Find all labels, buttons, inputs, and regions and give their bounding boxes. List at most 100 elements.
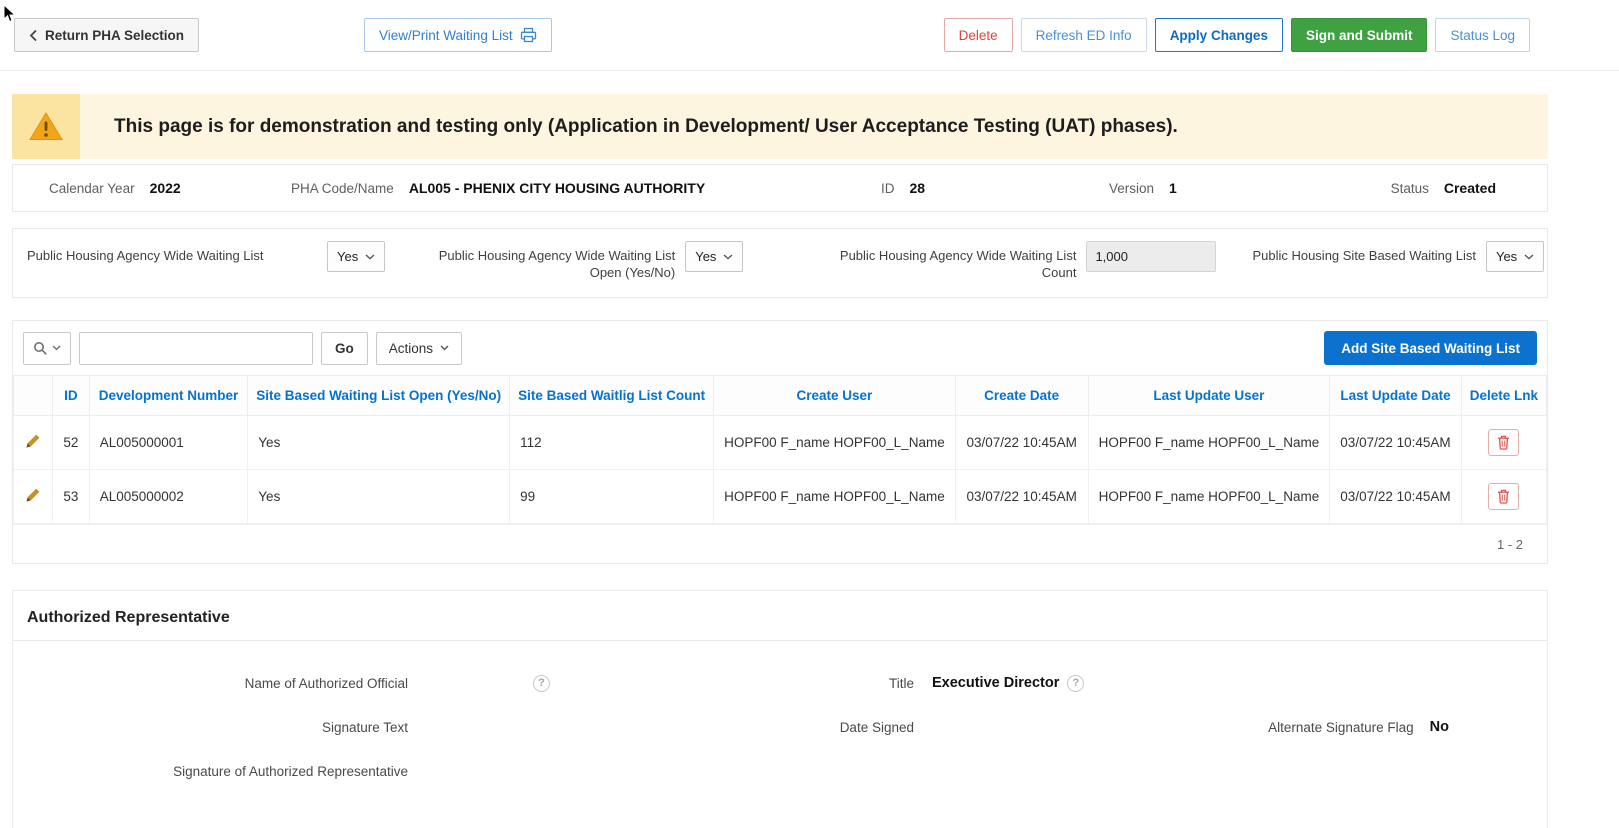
status-value: Created (1444, 180, 1496, 196)
pha-code-name-value: AL005 - PHENIX CITY HOUSING AUTHORITY (409, 180, 705, 196)
title-field: Title Executive Director ? (553, 675, 1113, 692)
cell-id: 53 (52, 470, 89, 524)
signature-of-authorized-representative-label: Signature of Authorized Representative (13, 764, 408, 779)
agency-wide-waiting-list-value: Yes (337, 249, 358, 264)
toolbar-right-group: Delete Refresh ED Info Apply Changes Sig… (944, 18, 1530, 52)
help-icon[interactable]: ? (1067, 675, 1084, 692)
column-header-site-based-count[interactable]: Site Based Waitlig List Count (510, 376, 714, 416)
delete-row-button[interactable] (1488, 483, 1519, 510)
calendar-year-label: Calendar Year (49, 181, 135, 196)
authorized-representative-body: Name of Authorized Official ? Title Exec… (13, 641, 1547, 793)
name-of-authorized-official-field: Name of Authorized Official ? (13, 675, 553, 692)
cell-last-update-user: HOPF00 F_name HOPF00_L_Name (1088, 470, 1330, 524)
delete-row-button[interactable] (1488, 429, 1519, 456)
go-button[interactable]: Go (321, 332, 368, 365)
agency-wide-open-value: Yes (695, 249, 716, 264)
report-footer: 1 - 2 (13, 524, 1547, 563)
return-pha-selection-button[interactable]: Return PHA Selection (14, 18, 199, 52)
edit-row-button[interactable] (25, 487, 41, 503)
search-dropdown-button[interactable] (23, 332, 71, 365)
refresh-ed-info-button[interactable]: Refresh ED Info (1021, 18, 1147, 52)
site-based-waiting-list-field: Public Housing Site Based Waiting List Y… (1252, 241, 1544, 272)
calendar-year-value: 2022 (150, 180, 181, 196)
cell-id: 52 (52, 416, 89, 470)
site-based-waiting-list-select[interactable]: Yes (1486, 241, 1544, 272)
cell-count: 112 (510, 416, 714, 470)
agency-wide-waiting-list-select[interactable]: Yes (327, 241, 385, 272)
chevron-left-icon (29, 29, 38, 42)
edit-row-button[interactable] (25, 433, 41, 449)
chevron-down-icon (52, 345, 61, 351)
status-item: Status Created (1377, 180, 1547, 196)
view-print-label: View/Print Waiting List (379, 28, 513, 43)
delete-button[interactable]: Delete (944, 18, 1013, 52)
signature-text-label: Signature Text (13, 720, 408, 735)
signature-of-authorized-representative-field: Signature of Authorized Representative (13, 764, 553, 779)
pha-code-name-item: PHA Code/Name AL005 - PHENIX CITY HOUSIN… (291, 180, 881, 196)
title-label: Title (553, 676, 914, 691)
record-id-label: ID (881, 181, 895, 196)
date-signed-field: Date Signed (553, 720, 1113, 735)
sign-and-submit-button[interactable]: Sign and Submit (1291, 18, 1428, 52)
authorized-representative-title: Authorized Representative (13, 591, 1547, 641)
cell-create-user: HOPF00 F_name HOPF00_L_Name (714, 470, 956, 524)
waiting-list-table: ID Development Number Site Based Waiting… (13, 375, 1547, 524)
chevron-down-icon (365, 254, 375, 260)
column-header-last-update-date[interactable]: Last Update Date (1330, 376, 1462, 416)
column-header-development-number[interactable]: Development Number (89, 376, 248, 416)
column-header-delete-lnk[interactable]: Delete Lnk (1461, 376, 1546, 416)
agency-wide-count-field: Public Housing Agency Wide Waiting List … (826, 241, 1216, 281)
agency-wide-open-label: Public Housing Agency Wide Waiting List … (435, 241, 675, 281)
pha-code-name-label: PHA Code/Name (291, 181, 394, 196)
warning-message: This page is for demonstration and testi… (80, 94, 1198, 159)
trash-icon (1497, 489, 1510, 504)
add-site-based-waiting-list-button[interactable]: Add Site Based Waiting List (1324, 331, 1537, 365)
cell-development-number: AL005000002 (89, 470, 248, 524)
table-row: 52 AL005000001 Yes 112 HOPF00 F_name HOP… (14, 416, 1547, 470)
chevron-down-icon (440, 345, 449, 351)
agency-wide-count-input[interactable] (1086, 241, 1216, 272)
agency-wide-open-select[interactable]: Yes (685, 241, 743, 272)
actions-button[interactable]: Actions (376, 332, 462, 365)
help-icon[interactable]: ? (533, 675, 550, 692)
cell-create-user: HOPF00 F_name HOPF00_L_Name (714, 416, 956, 470)
cell-last-update-date: 03/07/22 10:45AM (1330, 470, 1462, 524)
column-header-site-based-open[interactable]: Site Based Waiting List Open (Yes/No) (248, 376, 510, 416)
version-value: 1 (1169, 180, 1177, 196)
alternate-signature-flag-value: No (1430, 719, 1449, 735)
date-signed-label: Date Signed (553, 720, 914, 735)
cell-development-number: AL005000001 (89, 416, 248, 470)
actions-label: Actions (389, 341, 433, 356)
pencil-icon (25, 433, 41, 449)
authorized-row-3: Signature of Authorized Representative (13, 749, 1547, 793)
top-toolbar: Return PHA Selection View/Print Waiting … (0, 0, 1619, 71)
column-header-last-update-user[interactable]: Last Update User (1088, 376, 1330, 416)
status-label: Status (1391, 181, 1429, 196)
site-based-waiting-list-label: Public Housing Site Based Waiting List (1252, 241, 1476, 264)
table-row: 53 AL005000002 Yes 99 HOPF00 F_name HOPF… (14, 470, 1547, 524)
agency-wide-count-label: Public Housing Agency Wide Waiting List … (826, 241, 1076, 281)
pagination-label: 1 - 2 (1497, 537, 1523, 552)
chevron-down-icon (723, 254, 733, 260)
site-based-waiting-list-value: Yes (1496, 249, 1517, 264)
search-input[interactable] (79, 332, 313, 365)
cell-create-date: 03/07/22 10:45AM (955, 470, 1088, 524)
status-log-button[interactable]: Status Log (1435, 18, 1530, 52)
record-id-value: 28 (910, 180, 926, 196)
alternate-signature-flag-label: Alternate Signature Flag (1268, 720, 1414, 735)
name-of-authorized-official-label: Name of Authorized Official (13, 676, 408, 691)
apply-changes-button[interactable]: Apply Changes (1155, 18, 1283, 52)
view-print-waiting-list-button[interactable]: View/Print Waiting List (364, 18, 552, 52)
chevron-down-icon (1524, 254, 1534, 260)
column-header-id[interactable]: ID (52, 376, 89, 416)
agency-wide-waiting-list-field: Public Housing Agency Wide Waiting List … (27, 241, 385, 272)
authorized-representative-section: Authorized Representative Name of Author… (12, 590, 1548, 828)
title-value: Executive Director (932, 675, 1059, 691)
column-header-create-user[interactable]: Create User (714, 376, 956, 416)
warning-triangle-icon (28, 111, 64, 142)
page-content: This page is for demonstration and testi… (12, 94, 1548, 828)
authorized-row-2: Signature Text Date Signed Alternate Sig… (13, 705, 1547, 749)
waiting-list-form: Public Housing Agency Wide Waiting List … (12, 228, 1548, 298)
column-header-create-date[interactable]: Create Date (955, 376, 1088, 416)
cell-open: Yes (248, 470, 510, 524)
